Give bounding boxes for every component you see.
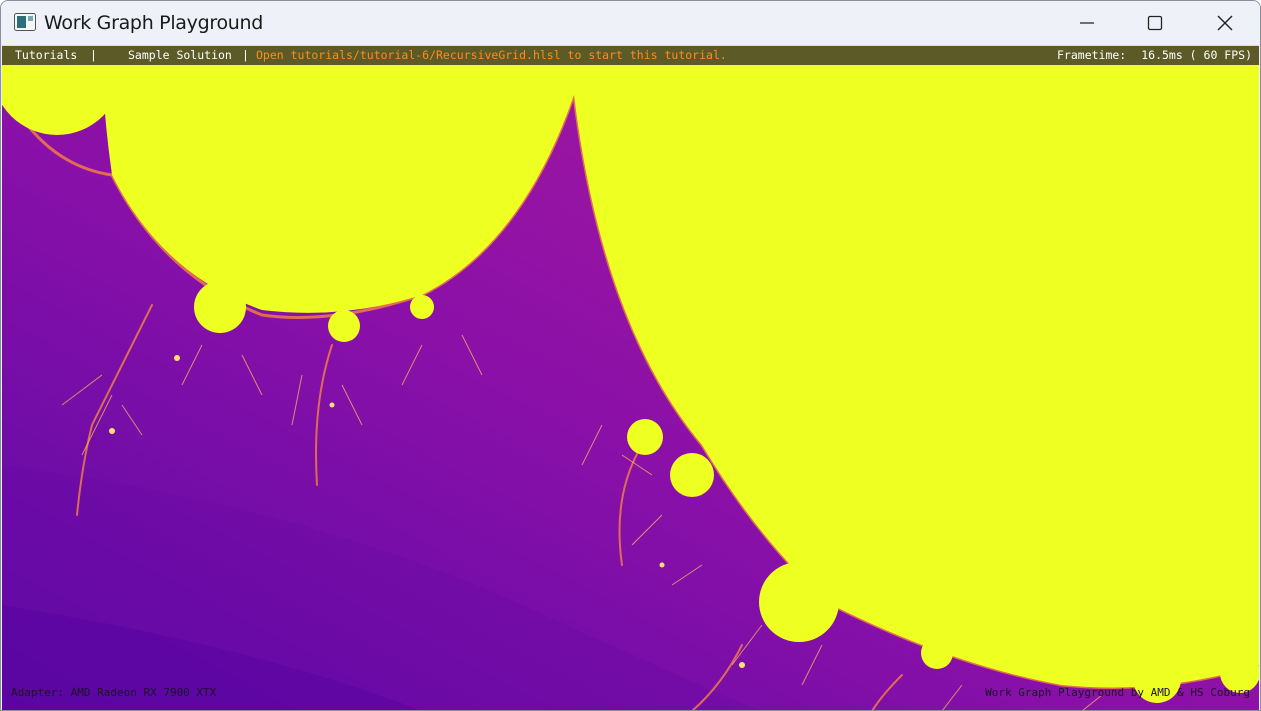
credit-text: Work Graph Playground by AMD & HS Coburg xyxy=(985,686,1250,699)
maximize-button[interactable] xyxy=(1121,1,1189,45)
mandelbrot-render xyxy=(2,45,1259,710)
menu-separator: | xyxy=(242,48,249,62)
overlay-menubar: Tutorials | Sample Solution | Open tutor… xyxy=(2,46,1259,65)
close-icon xyxy=(1217,15,1233,31)
maximize-icon xyxy=(1147,15,1163,31)
menu-sample-solution[interactable]: Sample Solution xyxy=(128,48,232,62)
frametime-value: 16.5ms ( 60 FPS) xyxy=(1141,48,1252,62)
title-bar[interactable]: Work Graph Playground xyxy=(1,1,1260,45)
minimize-icon xyxy=(1080,22,1094,24)
render-viewport[interactable] xyxy=(2,45,1259,710)
close-button[interactable] xyxy=(1191,1,1259,45)
tutorial-hint: Open tutorials/tutorial-6/RecursiveGrid.… xyxy=(256,48,727,62)
window-title: Work Graph Playground xyxy=(44,12,264,34)
frametime-label: Frametime: xyxy=(1057,48,1127,62)
minimize-button[interactable] xyxy=(1053,1,1121,45)
menu-tutorials[interactable]: Tutorials xyxy=(15,48,77,62)
app-icon xyxy=(14,13,36,31)
adapter-info: Adapter: AMD Radeon RX 7900 XTX xyxy=(11,686,217,699)
app-window: Work Graph Playground Tutorials | Sample… xyxy=(0,0,1261,711)
menu-separator: | xyxy=(90,48,97,62)
